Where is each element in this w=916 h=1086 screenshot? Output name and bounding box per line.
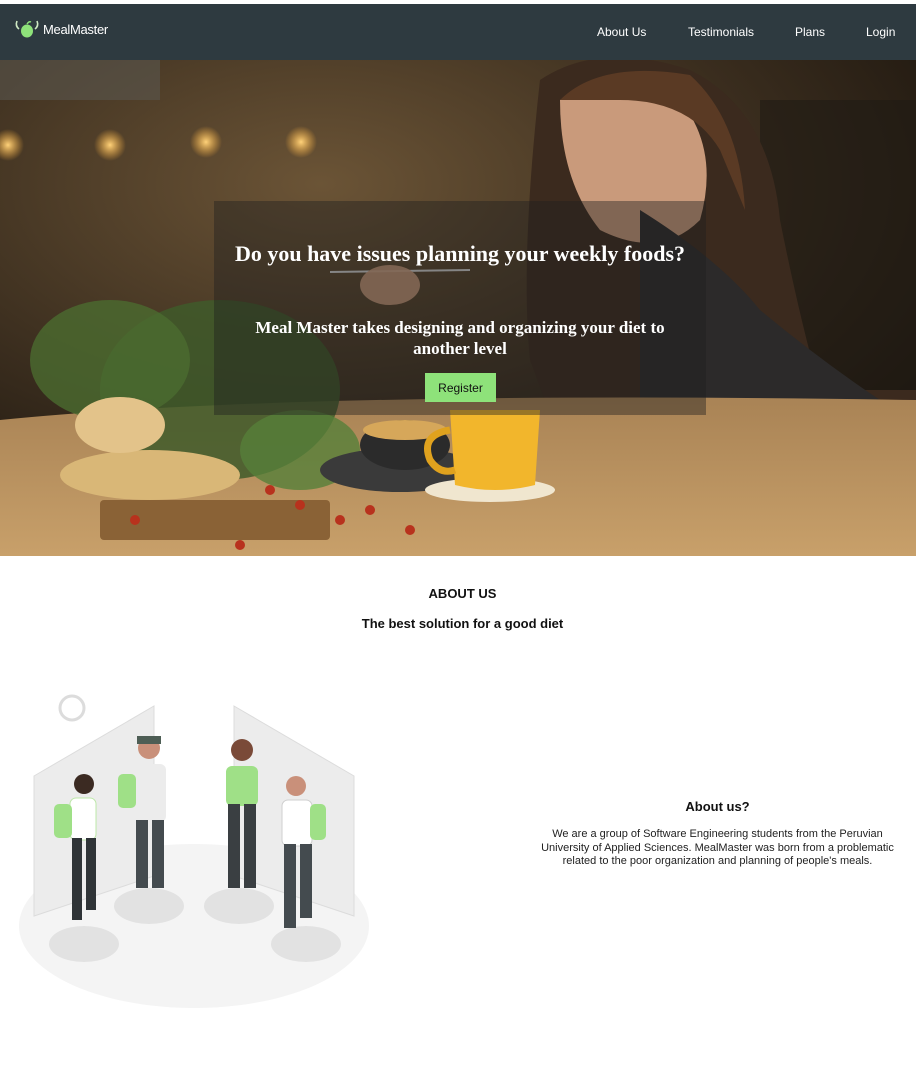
students-illustration [19,694,369,1008]
apple-logo-icon [15,20,39,38]
brand-logo[interactable]: MealMaster [14,18,108,40]
about-description: We are a group of Software Engineering s… [541,828,894,868]
nav-login[interactable]: Login [866,25,895,39]
hero-title: Do you have issues planning your weekly … [234,241,686,266]
brand-name: MealMaster [43,21,108,37]
nav-testimonials[interactable]: Testimonials [688,25,754,39]
hero-section: Do you have issues planning your weekly … [0,60,916,556]
nav-plans[interactable]: Plans [795,25,825,39]
about-tagline: The best solution for a good diet [361,616,564,631]
about-question: About us? [685,799,750,814]
register-button[interactable]: Register [425,373,496,402]
top-navbar: MealMaster About Us Testimonials Plans L… [0,4,916,60]
about-heading: ABOUT US [428,586,497,601]
nav-about-us[interactable]: About Us [597,25,646,39]
hero-subtitle: Meal Master takes designing and organizi… [255,318,665,358]
